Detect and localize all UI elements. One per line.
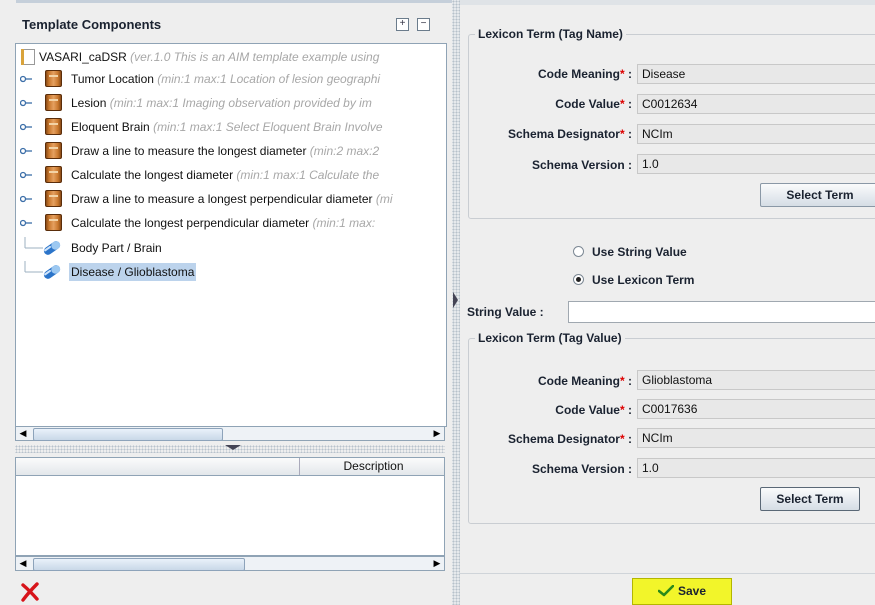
description-column-header[interactable]: Description [299, 458, 447, 475]
tree-key-icon[interactable] [20, 75, 32, 83]
code-meaning-label: Code Meaning* : [537, 67, 632, 81]
tree-item-hint: (min:1 max:1 Calculate the [233, 168, 380, 182]
template-document-icon [21, 49, 35, 65]
tree-item-hint: (min:1 max:1 Select Eloquent Brain Invol… [149, 120, 383, 134]
tag-pill-icon [43, 241, 61, 255]
scroll-left-icon[interactable]: ◀ [16, 557, 30, 570]
tree-item-label: Draw a line to measure a longest perpend… [71, 192, 373, 206]
select-term-button[interactable]: Select Term [760, 183, 875, 207]
schema-version-label: Schema Version : [531, 158, 632, 172]
tree-item-tumor-location[interactable]: Tumor Location (min:1 max:1 Location of … [16, 68, 446, 90]
tree-item-label: Tumor Location [71, 72, 154, 86]
description-horizontal-scrollbar[interactable]: ◀ ▶ [15, 556, 445, 571]
save-button[interactable]: Save [632, 578, 732, 605]
code-meaning-field: Disease [637, 64, 875, 84]
code-value-label: Code Value* : [555, 97, 632, 111]
tree-item-calculate-longest-diameter[interactable]: Calculate the longest diameter (min:1 ma… [16, 164, 446, 186]
code-value-field: C0012634 [637, 94, 875, 114]
tree-item-hint: (min:1 max:1 Imaging observation provide… [106, 96, 372, 110]
tree-tag-disease[interactable]: Disease / Glioblastoma [16, 261, 446, 283]
tree-item-calculate-perpendicular-diameter[interactable]: Calculate the longest perpendicular diam… [16, 212, 446, 234]
scroll-right-icon[interactable]: ▶ [430, 427, 444, 440]
tag-label-selected: Disease / Glioblastoma [69, 263, 197, 281]
component-book-icon [45, 214, 62, 231]
tag-label: Body Part / Brain [71, 241, 162, 255]
value-select-term-button[interactable]: Select Term [760, 487, 860, 511]
tree-connector [24, 261, 43, 273]
value-code-value-label: Code Value* : [555, 403, 632, 417]
tag-value-legend: Lexicon Term (Tag Value) [475, 331, 625, 345]
collapse-all-icon[interactable]: − [417, 18, 430, 31]
description-table-body [15, 476, 445, 556]
schema-designator-label: Schema Designator* : [507, 127, 632, 141]
splitter-expand-icon[interactable] [453, 292, 458, 308]
component-book-icon [45, 70, 62, 87]
component-book-icon [45, 142, 62, 159]
scroll-thumb[interactable] [33, 428, 223, 441]
use-lexicon-term-label[interactable]: Use Lexicon Term [592, 273, 694, 287]
component-book-icon [45, 166, 62, 183]
tree-item-draw-longest-diameter[interactable]: Draw a line to measure the longest diame… [16, 140, 446, 162]
tree-key-icon[interactable] [20, 219, 32, 227]
use-string-value-radio[interactable] [573, 246, 584, 257]
string-value-label: String Value : [467, 305, 544, 319]
template-tree[interactable]: VASARI_caDSR (ver.1.0 This is an AIM tem… [15, 43, 447, 427]
right-top-strip [460, 0, 875, 5]
tree-root[interactable]: VASARI_caDSR (ver.1.0 This is an AIM tem… [16, 46, 446, 68]
tree-item-hint: (min:1 max:1 Location of lesion geograph… [153, 72, 381, 86]
use-string-value-label[interactable]: Use String Value [592, 245, 687, 259]
tree-item-hint: (min:2 max:2 [306, 144, 380, 158]
tree-item-label: Eloquent Brain [71, 120, 150, 134]
tree-root-hint: (ver.1.0 This is an AIM template example… [126, 50, 380, 64]
tree-item-hint: (mi [372, 192, 393, 206]
tree-item-lesion[interactable]: Lesion (min:1 max:1 Imaging observation … [16, 92, 446, 114]
splitter-collapse-icon[interactable] [225, 445, 241, 450]
scroll-thumb[interactable] [33, 558, 245, 571]
red-x-delete-icon[interactable] [20, 582, 40, 602]
tree-key-icon[interactable] [20, 195, 32, 203]
bottom-separator [460, 573, 875, 574]
panel-top-strip [16, 0, 452, 3]
expand-all-icon[interactable]: + [396, 18, 409, 31]
string-value-input[interactable] [568, 301, 875, 323]
value-schema-version-field: 1.0 [637, 458, 875, 478]
value-schema-designator-label: Schema Designator* : [507, 432, 632, 446]
tree-key-icon[interactable] [20, 147, 32, 155]
schema-designator-field: NCIm [637, 124, 875, 144]
scroll-right-icon[interactable]: ▶ [430, 557, 444, 570]
tree-key-icon[interactable] [20, 123, 32, 131]
value-code-value-field: C0017636 [637, 399, 875, 419]
tree-key-icon[interactable] [20, 171, 32, 179]
tree-key-icon[interactable] [20, 99, 32, 107]
tree-item-label: Calculate the longest perpendicular diam… [71, 216, 310, 230]
tree-connector [24, 237, 43, 249]
panel-title: Template Components [22, 17, 162, 32]
tree-tag-body-part[interactable]: Body Part / Brain [16, 237, 446, 259]
tree-item-hint: (min:1 max: [309, 216, 376, 230]
save-label: Save [677, 584, 707, 598]
component-book-icon [45, 94, 62, 111]
tree-root-name: VASARI_caDSR [39, 50, 127, 64]
tree-item-draw-perpendicular-diameter[interactable]: Draw a line to measure a longest perpend… [16, 188, 446, 210]
tree-item-label: Draw a line to measure the longest diame… [71, 144, 307, 158]
tree-item-eloquent-brain[interactable]: Eloquent Brain (min:1 max:1 Select Eloqu… [16, 116, 446, 138]
component-book-icon [45, 118, 62, 135]
use-lexicon-term-radio[interactable] [573, 274, 584, 285]
value-code-meaning-label: Code Meaning* : [537, 374, 632, 388]
tree-horizontal-scrollbar[interactable]: ◀ ▶ [15, 426, 445, 441]
checkmark-icon [657, 585, 674, 597]
component-book-icon [45, 190, 62, 207]
tag-name-legend: Lexicon Term (Tag Name) [475, 27, 626, 41]
tag-pill-icon [43, 265, 61, 279]
schema-version-field: 1.0 [637, 154, 875, 174]
tree-item-label: Calculate the longest diameter [71, 168, 234, 182]
tree-item-label: Lesion [71, 96, 107, 110]
description-table-header: Description [15, 457, 445, 476]
value-code-meaning-field: Glioblastoma [637, 370, 875, 390]
value-schema-designator-field: NCIm [637, 428, 875, 448]
value-schema-version-label: Schema Version : [531, 462, 632, 476]
scroll-left-icon[interactable]: ◀ [16, 427, 30, 440]
